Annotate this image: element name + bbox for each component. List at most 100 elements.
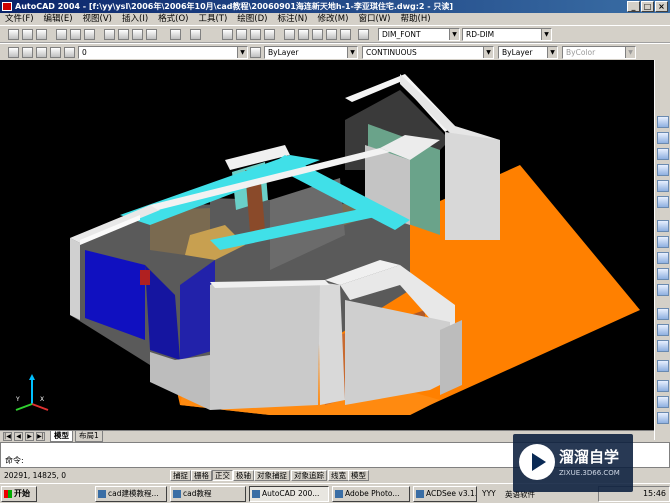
copy-object-icon[interactable] [657, 132, 669, 144]
play-logo-icon [519, 444, 555, 480]
chamfer-icon[interactable] [657, 324, 669, 336]
maximize-button[interactable]: □ [641, 1, 654, 12]
menu-window[interactable]: 窗口(W) [353, 13, 395, 25]
zoom-window-icon[interactable] [250, 29, 261, 40]
snap-button[interactable]: 捕捉 [170, 470, 191, 481]
help-icon[interactable] [358, 29, 369, 40]
grid-button[interactable]: 栅格 [191, 470, 212, 481]
minimize-button[interactable]: _ [627, 1, 640, 12]
ucs-x-label: X [40, 396, 45, 403]
properties-icon[interactable] [284, 29, 295, 40]
ortho-button[interactable]: 正交 [212, 470, 233, 481]
stretch-icon[interactable] [657, 252, 669, 264]
standard-toolbar: DIM_FONT ▼ RD-DIM ▼ [0, 25, 670, 43]
plotstyle-select[interactable]: ByColor ▼ [562, 46, 636, 59]
title-bar: AutoCAD 2004 - [f:\yy\ysl\2006年\2006年10月… [0, 0, 670, 13]
task-photoshop[interactable]: Adobe Photo... [332, 486, 410, 502]
otrack-button[interactable]: 对象追踪 [291, 470, 327, 481]
rotate-icon[interactable] [657, 220, 669, 232]
menu-edit[interactable]: 编辑(E) [39, 13, 78, 25]
offset-icon[interactable] [657, 164, 669, 176]
layer-select[interactable]: 0 ▼ [78, 46, 248, 59]
shade-icon[interactable] [657, 396, 669, 408]
fillet-icon[interactable] [657, 340, 669, 352]
make-current-icon[interactable] [250, 47, 261, 58]
lineweight-select[interactable]: ByLayer ▼ [498, 46, 558, 59]
pan-icon[interactable] [222, 29, 233, 40]
start-button[interactable]: 开始 [1, 486, 37, 502]
model-button[interactable]: 模型 [348, 470, 369, 481]
publish-icon[interactable] [84, 29, 95, 40]
task-cad-folder[interactable]: cad教程 [170, 486, 246, 502]
layers-icon[interactable] [8, 47, 19, 58]
paste-icon[interactable] [132, 29, 143, 40]
menu-file[interactable]: 文件(F) [0, 13, 39, 25]
copy-icon[interactable] [118, 29, 129, 40]
task-acdsee[interactable]: ACDSee v3.1... [413, 486, 477, 502]
zoom-previous-icon[interactable] [264, 29, 275, 40]
dimstyle2-select[interactable]: RD-DIM ▼ [462, 28, 552, 41]
mirror-icon[interactable] [657, 148, 669, 160]
color-select[interactable]: ByLayer ▼ [264, 46, 358, 59]
dimstyle-select[interactable]: DIM_FONT ▼ [378, 28, 460, 41]
ucs-icon: X Y [12, 370, 52, 414]
zoom-realtime-icon[interactable] [236, 29, 247, 40]
linetype-select[interactable]: CONTINUOUS ▼ [362, 46, 494, 59]
app-icon[interactable] [2, 2, 12, 11]
last-tab-button[interactable]: ▶| [36, 432, 45, 441]
color-square-icon[interactable] [64, 47, 75, 58]
array-icon[interactable] [657, 180, 669, 192]
print-icon[interactable] [56, 29, 67, 40]
polar-button[interactable]: 极轴 [233, 470, 254, 481]
tab-layout1[interactable]: 布局1 [75, 431, 103, 442]
preview-icon[interactable] [70, 29, 81, 40]
markup-icon[interactable] [340, 29, 351, 40]
new-icon[interactable] [8, 29, 19, 40]
ucs-y-label: Y [16, 396, 20, 403]
drawing-canvas[interactable]: X Y [0, 60, 654, 430]
save-icon[interactable] [36, 29, 47, 40]
undo-icon[interactable] [170, 29, 181, 40]
first-tab-button[interactable]: |◀ [3, 432, 12, 441]
menu-view[interactable]: 视图(V) [78, 13, 117, 25]
coordinate-readout: 20291, 14825, 0 [4, 471, 67, 480]
orbit-icon[interactable] [657, 412, 669, 424]
explode-icon[interactable] [657, 360, 669, 372]
render-icon[interactable] [657, 380, 669, 392]
design-center-icon[interactable] [298, 29, 309, 40]
open-icon[interactable] [22, 29, 33, 40]
lightbulb-icon[interactable] [22, 47, 33, 58]
command-prompt: 命令: [5, 456, 24, 465]
menu-format[interactable]: 格式(O) [153, 13, 193, 25]
prev-tab-button[interactable]: ◀ [14, 432, 23, 441]
move-icon[interactable] [657, 196, 669, 208]
break-icon[interactable] [657, 308, 669, 320]
trim-icon[interactable] [657, 268, 669, 280]
close-button[interactable]: × [655, 1, 668, 12]
menu-help[interactable]: 帮助(H) [396, 13, 436, 25]
tab-model[interactable]: 模型 [50, 431, 73, 442]
menu-tools[interactable]: 工具(T) [193, 13, 232, 25]
menu-insert[interactable]: 插入(I) [117, 13, 153, 25]
match-properties-icon[interactable] [146, 29, 157, 40]
next-tab-button[interactable]: ▶ [25, 432, 34, 441]
lineweight-button[interactable]: 线宽 [328, 470, 349, 481]
menu-dimension[interactable]: 标注(N) [272, 13, 312, 25]
scale-icon[interactable] [657, 236, 669, 248]
task-autocad[interactable]: AutoCAD 200... [249, 486, 329, 502]
tool-palettes-icon[interactable] [312, 29, 323, 40]
lock-icon[interactable] [50, 47, 61, 58]
dbconnect-icon[interactable] [326, 29, 337, 40]
sun-icon[interactable] [36, 47, 47, 58]
task-cad-tutorial[interactable]: cad建模教程... [95, 486, 167, 502]
task-yyy[interactable]: YYY [482, 489, 496, 498]
menu-draw[interactable]: 绘图(D) [232, 13, 272, 25]
osnap-button[interactable]: 对象捕捉 [254, 470, 290, 481]
redo-icon[interactable] [190, 29, 201, 40]
extend-icon[interactable] [657, 284, 669, 296]
menu-modify[interactable]: 修改(M) [312, 13, 353, 25]
cut-icon[interactable] [104, 29, 115, 40]
house-model-3d [70, 74, 640, 415]
menu-bar: 文件(F) 编辑(E) 视图(V) 插入(I) 格式(O) 工具(T) 绘图(D) 标注(N)… [0, 13, 670, 25]
erase-icon[interactable] [657, 116, 669, 128]
